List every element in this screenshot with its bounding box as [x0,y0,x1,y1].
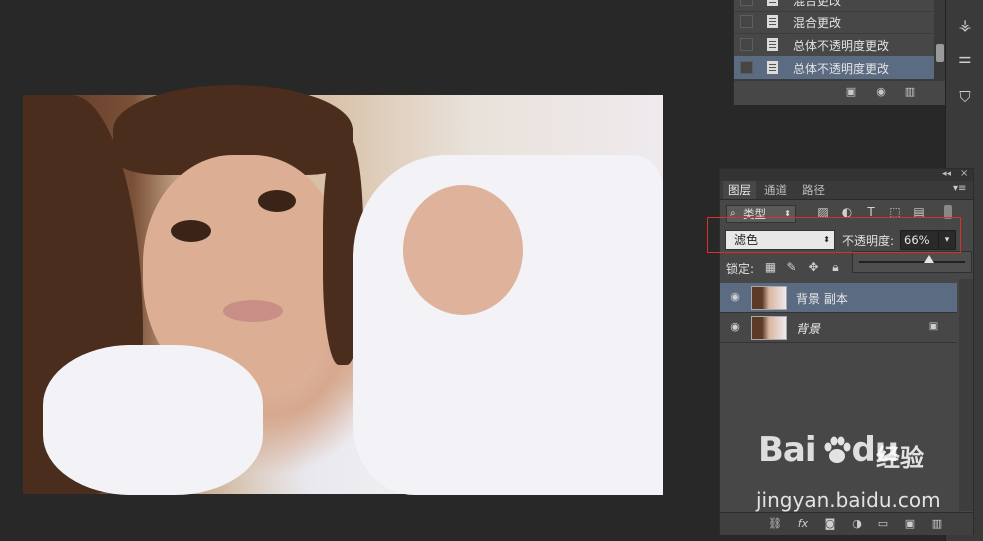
tab-layers[interactable]: 图层 [723,181,756,199]
tab-channels[interactable]: 通道 [759,181,792,199]
photo-shoulder [403,185,523,315]
history-item-selected[interactable]: 总体不透明度更改 [734,56,934,80]
camera-icon[interactable]: ◉ [875,86,887,98]
history-item-label: 总体不透明度更改 [793,62,890,76]
layer-row[interactable]: ◉ 背景 ▣ [720,313,957,343]
history-checkbox[interactable] [740,15,753,28]
history-state-icon [767,38,778,51]
brushes-icon[interactable]: ⚶ [952,12,978,38]
history-item[interactable]: 总体不透明度更改 [734,33,934,57]
tab-paths[interactable]: 路径 [797,181,830,199]
watermark-url: jingyan.baidu.com [756,488,941,512]
history-state-icon [767,61,778,74]
panel-title-bar[interactable]: ◂◂ × [720,168,973,181]
history-checkbox[interactable] [740,0,753,6]
baidu-jingyan-watermark: Bai du 经验 jingyan.baidu.com [756,430,978,520]
history-checkbox[interactable] [740,38,753,51]
annotation-highlight-box [707,217,961,253]
new-document-from-state-icon[interactable]: ▣ [845,86,857,98]
layer-lock-icon: ▣ [928,321,939,332]
photo-eye-left [171,220,211,242]
layer-name[interactable]: 背景 副本 [796,290,848,307]
layer-thumbnail [751,286,787,310]
layers-tab-bar: 图层 通道 路径 ▾≡ [720,181,973,200]
document-canvas[interactable] [23,85,663,495]
history-scrollbar-thumb[interactable] [936,44,944,62]
lock-image-pixels-icon[interactable]: ✎ [785,261,798,274]
history-item-label: 混合更改 [793,0,842,8]
close-icon[interactable]: × [960,168,968,179]
history-item-label: 总体不透明度更改 [793,39,890,53]
layer-name[interactable]: 背景 [796,320,820,337]
watermark-service-text: 经验 [876,444,924,472]
lock-position-icon[interactable]: ✥ [807,261,820,274]
history-state-icon [767,0,778,6]
panel-menu-icon[interactable]: ▾≡ [953,183,966,194]
layer-row[interactable]: ◉ 背景 副本 [720,283,957,313]
photo-lips [223,300,283,322]
lock-transparency-icon[interactable]: ▦ [764,261,777,274]
clone-source-icon[interactable]: ⛉ [952,84,978,110]
layer-thumbnail [751,316,787,340]
history-panel: 混合更改 混合更改 总体不透明度更改 总体不透明度更改 ▣ ◉ ▥ [733,0,946,105]
tool-presets-icon[interactable]: ⚌ [952,45,978,71]
visibility-eye-icon[interactable]: ◉ [728,291,742,303]
history-footer: ▣ ◉ ▥ [734,80,946,105]
opacity-slider-popup[interactable] [852,251,972,273]
photo-shirt-sleeve [43,345,263,495]
history-item-label: 混合更改 [793,16,842,30]
lock-label: 锁定: [726,262,755,276]
opacity-slider-track[interactable] [859,261,965,263]
visibility-eye-icon[interactable]: ◉ [728,321,742,333]
history-checkbox[interactable] [740,61,753,74]
photo-shirt-back [353,155,663,495]
photo-eye-right [258,190,296,212]
baidu-paw-icon [824,436,851,463]
collapse-icon[interactable]: ◂◂ [942,169,951,179]
history-item[interactable]: 混合更改 [734,10,934,34]
trash-icon[interactable]: ▥ [904,86,916,98]
lock-all-icon[interactable]: 🔒︎ [829,261,842,274]
opacity-slider-thumb[interactable] [923,255,934,263]
history-state-icon [767,15,778,28]
